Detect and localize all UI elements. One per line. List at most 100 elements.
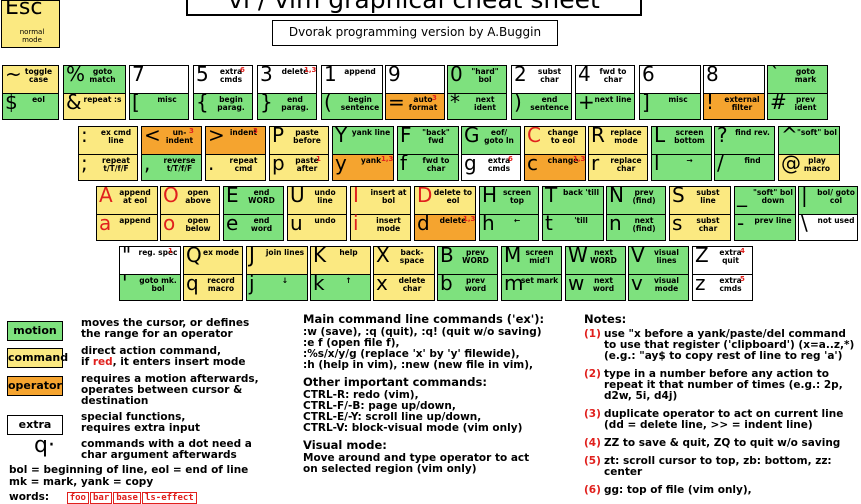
key-desc: goto mark bbox=[794, 67, 817, 84]
key-half: @ play macro bbox=[779, 152, 839, 180]
key-symbol: - bbox=[737, 210, 745, 235]
key-s: Ssubst line s subst char bbox=[669, 186, 731, 241]
key-half: ; repeat t/T/f/F bbox=[79, 152, 137, 180]
key-b: Bprev WORD b prev word bbox=[437, 246, 498, 301]
note-ref: 1,3 bbox=[381, 154, 394, 163]
key-half: n next (find) bbox=[607, 212, 665, 240]
key-desc: end sentence bbox=[530, 94, 569, 112]
key-desc: repeat cmd bbox=[229, 155, 258, 173]
key-symbol: > bbox=[208, 126, 225, 147]
key-symbol: ` bbox=[770, 65, 780, 86]
legend-operator-swatch: operator bbox=[7, 376, 63, 396]
key-u: Uundo line u undo bbox=[287, 186, 347, 241]
key-symbol: < bbox=[144, 126, 161, 147]
key-a: Aappend at eol a append bbox=[96, 186, 158, 241]
key-symbol: & bbox=[66, 89, 82, 114]
key-desc: 'till bbox=[574, 215, 588, 225]
key-half: r replace char bbox=[589, 152, 647, 180]
key-symbol: 9 bbox=[388, 65, 401, 86]
key-desc: reverse t/T/f/F bbox=[163, 155, 196, 173]
key-k: Khelp k ↑ bbox=[310, 246, 371, 301]
key-symbol: / bbox=[717, 150, 724, 175]
shift-key-half: Iinsert at bol bbox=[351, 187, 410, 214]
key-desc: screen mid'l bbox=[525, 248, 554, 265]
key-symbol: " bbox=[122, 246, 132, 267]
shift-key-half: Vvisual lines bbox=[629, 247, 688, 274]
key-backtick: ` goto mark # prev ident bbox=[767, 65, 828, 120]
key-g: Geof/ goto ln g extra cmds 6 bbox=[461, 126, 521, 181]
key-half: m set mark bbox=[502, 272, 561, 300]
key-symbol: $ bbox=[5, 89, 18, 114]
key-symbol: e bbox=[226, 210, 239, 235]
key-desc: repeat t/T/f/F bbox=[102, 155, 130, 173]
key-3: 3 delete 1,3} end parag. bbox=[257, 65, 317, 120]
key-half: g extra cmds 6 bbox=[462, 152, 520, 180]
shift-key-half: Jjoin lines bbox=[247, 247, 307, 274]
key-desc: append bbox=[344, 67, 376, 76]
key-backslash: | bol/ goto col \ not used bbox=[798, 186, 858, 241]
key-half: p paste after 1 bbox=[270, 152, 328, 180]
word-example: bar bbox=[89, 492, 113, 504]
key-symbol: 0 bbox=[450, 65, 463, 86]
shift-key-half: Geof/ goto ln bbox=[462, 127, 520, 154]
key-half: . repeat cmd bbox=[206, 152, 265, 180]
key-half: d delete 1,3 bbox=[415, 212, 475, 240]
key-desc: misc bbox=[157, 94, 177, 104]
shift-key-half: Mscreen mid'l bbox=[502, 247, 561, 274]
key-symbol: J bbox=[249, 246, 255, 267]
shift-key-half: 9 bbox=[386, 66, 444, 93]
key-desc: prev word bbox=[464, 275, 487, 293]
word-example: foo bbox=[66, 492, 89, 504]
main-command-line: :h (help in vim), :new (new file in vim)… bbox=[303, 359, 534, 371]
commands-column: Main command line commands ('ex'): :w (s… bbox=[303, 313, 573, 475]
legend-command-swatch: command bbox=[7, 348, 68, 368]
key-symbol: R bbox=[591, 126, 605, 147]
key-desc: find bbox=[744, 155, 761, 165]
key-half: $ eol bbox=[3, 89, 58, 119]
key-l: Lscreen bottom l → bbox=[651, 126, 712, 181]
key-5: 5 extra cmds 6{begin parag. bbox=[193, 65, 253, 120]
shift-key-half: 2 subst char bbox=[512, 66, 571, 93]
key-quote: " reg. spec 1 ' goto mk. bol bbox=[119, 246, 181, 301]
key-half: , reverse t/T/f/F bbox=[142, 152, 201, 180]
key-half: s subst char bbox=[670, 212, 730, 240]
key-gt: > indent 3. repeat cmd bbox=[205, 126, 266, 181]
key-o: Oopen above o open below bbox=[160, 186, 220, 241]
key-desc: ex mode bbox=[203, 248, 239, 257]
shift-key-half: Xback- space bbox=[374, 247, 434, 274]
key-desc: "soft" bol bbox=[797, 128, 837, 137]
key-half: k ↑ bbox=[311, 272, 370, 300]
key-symbol: P bbox=[272, 126, 285, 147]
key-half: e end word bbox=[224, 210, 283, 240]
key-desc: ex cmd line bbox=[100, 128, 132, 145]
key-half: {begin parag. bbox=[194, 91, 252, 119]
key-1: 1 append (begin sentence bbox=[321, 65, 383, 120]
shift-key-half: Eend WORD bbox=[224, 187, 283, 214]
key-symbol: o bbox=[163, 210, 176, 235]
key-half: f fwd to char bbox=[398, 152, 458, 180]
key-desc: join lines bbox=[265, 248, 305, 257]
shift-key-half: Oopen above bbox=[161, 187, 219, 214]
other-commands-title: Other important commands: bbox=[303, 375, 487, 389]
key-half: j ↓ bbox=[247, 272, 307, 300]
key-half: - prev line bbox=[735, 210, 795, 240]
legend-extra-desc: special functions, requires extra input bbox=[81, 411, 201, 434]
key-symbol: } bbox=[260, 89, 273, 114]
key-desc: play macro bbox=[803, 155, 831, 173]
esc-key: Esc normal mode bbox=[1, 0, 60, 48]
key-desc: undo bbox=[314, 215, 336, 225]
note-ref: 5 bbox=[740, 274, 745, 283]
note-ref: 1 bbox=[316, 154, 321, 163]
key-desc: → bbox=[686, 155, 693, 165]
key-2: 2 subst char) end sentence bbox=[511, 65, 572, 120]
key-desc: "hard" bol bbox=[471, 67, 499, 84]
key-4: 4 fwd to char + next line bbox=[575, 65, 635, 120]
esc-key-desc: normal mode bbox=[19, 28, 45, 44]
key-m: Mscreen mid'l m set mark bbox=[501, 246, 562, 301]
key-symbol: Q bbox=[186, 246, 202, 267]
key-symbol: x bbox=[376, 270, 388, 295]
key-symbol: z bbox=[695, 270, 706, 295]
key-desc: insert at bol bbox=[370, 188, 407, 205]
shift-key-half: : ex cmd line bbox=[79, 127, 137, 154]
shift-key-half: _ "soft" bol down bbox=[735, 187, 795, 214]
